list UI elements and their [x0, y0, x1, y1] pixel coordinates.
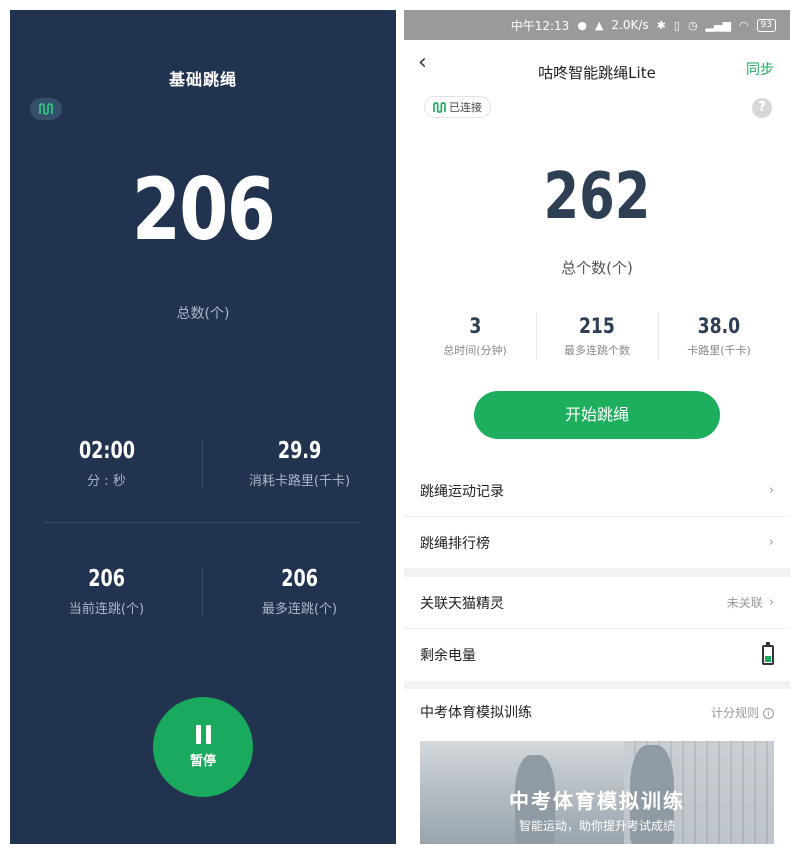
stat-total-time: 3 总时间(分钟)	[411, 314, 539, 358]
stat-label: 总时间(分钟)	[443, 344, 507, 357]
signal-icon: ▂▄▆	[705, 18, 731, 32]
battery-label: 剩余电量	[420, 648, 476, 664]
device-screen: 中午12:13 ● ▲ 2.0K/s ✱ ▯ ◷ ▂▄▆ ◠ 93 ‹ 咕咚智能…	[404, 10, 790, 844]
stat-value: 02:00	[78, 438, 135, 464]
nav-title: 咕咚智能跳绳Lite	[538, 64, 656, 82]
banner-title: 中考体育模拟训练	[509, 789, 685, 813]
status-time: 中午12:13	[510, 18, 570, 33]
battery-icon	[762, 642, 774, 665]
stat-label: 卡路里(千卡)	[687, 344, 751, 357]
total-count-label: 总个数(个)	[561, 259, 633, 277]
nav-bar: ‹ 咕咚智能跳绳Lite 同步	[404, 40, 790, 90]
battery-row: 剩余电量	[404, 629, 790, 681]
section-gap	[404, 681, 790, 689]
exam-banner[interactable]: 中考体育模拟训练 智能运动，助你提升考试成绩	[420, 741, 774, 844]
stat-label: 当前连跳(个)	[68, 602, 145, 617]
menu-item-label: 关联天猫精灵	[420, 595, 504, 612]
stat-current-streak: 206 当前连跳(个)	[10, 566, 203, 617]
vibrate-icon: ▯	[673, 18, 680, 32]
stat-time: 02:00 分 : 秒	[10, 438, 203, 489]
menu-item-records[interactable]: 跳绳运动记录 ›	[404, 465, 790, 517]
tmall-status: 未关联	[726, 596, 763, 610]
info-icon: i	[763, 707, 774, 719]
rules-link[interactable]: 计分规则 i	[711, 704, 774, 721]
stat-max-streak: 215 最多连跳个数	[533, 314, 661, 358]
total-count: 262	[543, 160, 651, 234]
rules-label: 计分规则	[710, 705, 759, 720]
workout-screen: 基础跳绳 206 总数(个) 02:00 分 : 秒 29.9 消耗卡路里(千卡…	[10, 10, 396, 844]
divider	[44, 522, 362, 523]
menu-item-label: 跳绳排行榜	[420, 535, 490, 552]
stat-label: 消耗卡路里(千卡)	[248, 474, 351, 489]
exam-title: 中考体育模拟训练	[420, 705, 532, 721]
bluetooth-icon: ✱	[656, 18, 666, 32]
stat-label: 分 : 秒	[87, 474, 126, 489]
network-speed: 2.0K/s	[611, 18, 649, 32]
chevron-right-icon: ›	[768, 483, 774, 498]
rope-icon	[433, 101, 446, 113]
banner-subtitle: 智能运动，助你提升考试成绩	[518, 819, 675, 833]
section-gap	[404, 569, 790, 577]
pause-button[interactable]: 暂停	[153, 697, 253, 797]
help-icon[interactable]: ?	[752, 98, 772, 118]
stat-calories: 38.0 卡路里(千卡)	[655, 314, 783, 358]
chevron-right-icon: ›	[768, 595, 774, 610]
divider	[202, 440, 203, 490]
status-bar: 中午12:13 ● ▲ 2.0K/s ✱ ▯ ◷ ▂▄▆ ◠ 93	[404, 10, 790, 40]
status-battery: 93	[756, 18, 776, 32]
stat-label: 最多连跳个数	[564, 344, 630, 357]
wechat-icon: ●	[577, 18, 587, 32]
total-count-label: 总数(个)	[176, 306, 230, 322]
sync-button[interactable]: 同步	[746, 59, 774, 79]
menu-item-tmall[interactable]: 关联天猫精灵 未关联 ›	[404, 577, 790, 629]
menu-item-label: 跳绳运动记录	[420, 483, 504, 500]
stat-value: 3	[469, 314, 481, 338]
connection-row: 已连接 ?	[404, 90, 790, 130]
connection-chip	[30, 98, 62, 120]
stat-value: 38.0	[697, 314, 741, 338]
rope-icon	[39, 103, 53, 115]
connection-status-label: 已连接	[449, 101, 482, 114]
stat-value: 206	[88, 566, 125, 592]
divider	[202, 568, 203, 618]
pause-icon	[195, 725, 211, 744]
pause-label: 暂停	[189, 754, 216, 769]
stat-value: 29.9	[277, 438, 322, 464]
alarm-icon: ◷	[687, 18, 698, 32]
stat-calories: 29.9 消耗卡路里(千卡)	[203, 438, 396, 489]
stat-label: 最多连跳(个)	[261, 602, 338, 617]
connection-status-badge: 已连接	[424, 96, 491, 118]
stat-value: 215	[579, 314, 615, 338]
stat-max-streak: 206 最多连跳(个)	[203, 566, 396, 617]
exam-header: 中考体育模拟训练 计分规则 i	[404, 689, 790, 735]
wifi-icon: ◠	[738, 18, 749, 32]
chevron-right-icon: ›	[768, 535, 774, 550]
app-icon: ▲	[594, 18, 604, 32]
total-count: 206	[131, 160, 276, 260]
stat-value: 206	[281, 566, 318, 592]
start-button[interactable]: 开始跳绳	[474, 391, 720, 439]
menu-item-leaderboard[interactable]: 跳绳排行榜 ›	[404, 517, 790, 569]
page-title: 基础跳绳	[168, 70, 237, 89]
